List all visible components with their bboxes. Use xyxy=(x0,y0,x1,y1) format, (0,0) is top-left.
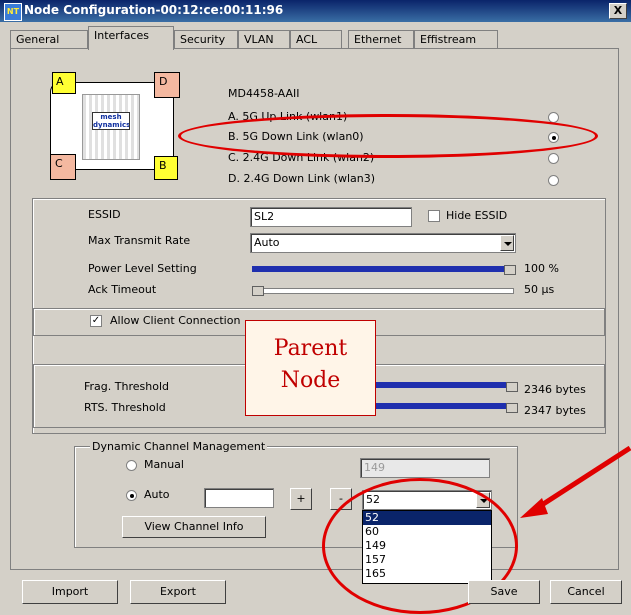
frag-threshold-thumb[interactable] xyxy=(506,382,518,392)
app-icon: NT xyxy=(4,3,22,21)
tab-general[interactable]: General xyxy=(10,30,88,48)
add-channel-button[interactable]: + xyxy=(290,488,312,510)
interface-d-label: D. 2.4G Down Link (wlan3) xyxy=(228,172,376,185)
tab-ethernet[interactable]: Ethernet xyxy=(348,30,414,48)
annotation-line-1: Parent xyxy=(273,336,348,361)
power-level-slider[interactable] xyxy=(252,264,516,275)
cancel-button[interactable]: Cancel xyxy=(550,580,622,604)
ack-timeout-label: Ack Timeout xyxy=(88,283,157,296)
device-model: MD4458-AAII xyxy=(228,87,300,100)
port-d[interactable]: D xyxy=(154,72,180,98)
chevron-down-icon[interactable] xyxy=(500,235,514,251)
power-level-label: Power Level Setting xyxy=(88,262,197,275)
auto-radio[interactable] xyxy=(126,490,137,501)
tab-effistream[interactable]: Effistream xyxy=(414,30,498,48)
rts-threshold-fill xyxy=(376,403,516,409)
port-c[interactable]: C xyxy=(50,154,76,180)
power-level-value: 100 % xyxy=(524,262,559,275)
ack-timeout-thumb[interactable] xyxy=(252,286,264,296)
rts-threshold-slider[interactable] xyxy=(376,401,518,413)
frag-threshold-value: 2346 bytes xyxy=(524,383,586,396)
rts-threshold-value: 2347 bytes xyxy=(524,404,586,417)
title-bar: NT Node Configuration-00:12:ce:00:11:96 … xyxy=(0,0,631,22)
allow-client-checkbox[interactable]: ✓ xyxy=(90,315,102,327)
frag-threshold-fill xyxy=(376,382,516,388)
hide-essid-checkbox[interactable] xyxy=(428,210,440,222)
ack-timeout-track xyxy=(252,288,514,294)
parent-node-annotation: Parent Node xyxy=(245,320,376,416)
window-title: Node Configuration-00:12:ce:00:11:96 xyxy=(24,3,284,17)
tab-vlan[interactable]: VLAN xyxy=(238,30,290,48)
dcm-group-label: Dynamic Channel Management xyxy=(90,440,268,453)
rts-threshold-label: RTS. Threshold xyxy=(84,401,166,414)
tab-interfaces[interactable]: Interfaces xyxy=(88,26,174,50)
highlight-ellipse xyxy=(178,114,598,158)
tab-acl[interactable]: ACL xyxy=(290,30,342,48)
ack-timeout-slider[interactable] xyxy=(252,286,514,296)
auto-channel-input[interactable] xyxy=(204,488,274,508)
device-diagram: mesh dynamics A D C B xyxy=(42,72,182,182)
mesh-dynamics-logo: mesh dynamics xyxy=(92,112,130,130)
manual-channel-input: 149 xyxy=(360,458,490,478)
essid-label: ESSID xyxy=(88,208,121,221)
frag-threshold-slider[interactable] xyxy=(376,380,518,392)
port-d-label: D xyxy=(159,75,168,88)
allow-client-label: Allow Client Connection xyxy=(110,314,241,327)
max-rate-value: Auto xyxy=(254,236,280,249)
essid-input[interactable]: SL2 xyxy=(250,207,412,227)
red-arrow xyxy=(520,446,631,518)
frag-threshold-label: Frag. Threshold xyxy=(84,380,169,393)
port-a[interactable]: A xyxy=(52,72,76,94)
hide-essid-label: Hide ESSID xyxy=(446,209,508,222)
port-a-label: A xyxy=(56,75,64,88)
export-button[interactable]: Export xyxy=(130,580,226,604)
power-level-fill xyxy=(252,266,514,272)
tab-security[interactable]: Security xyxy=(174,30,238,48)
manual-label: Manual xyxy=(144,458,184,471)
close-button[interactable]: X xyxy=(609,3,627,19)
max-rate-label: Max Transmit Rate xyxy=(88,234,191,247)
view-channel-info-button[interactable]: View Channel Info xyxy=(122,516,266,538)
max-rate-select[interactable]: Auto xyxy=(250,233,516,253)
auto-label: Auto xyxy=(144,488,170,501)
annotation-line-2: Node xyxy=(280,368,341,393)
power-level-thumb[interactable] xyxy=(504,265,516,275)
ack-timeout-value: 50 µs xyxy=(524,283,555,296)
port-b-label: B xyxy=(159,159,167,172)
save-button[interactable]: Save xyxy=(468,580,540,604)
interface-d-radio[interactable] xyxy=(548,175,559,186)
import-button[interactable]: Import xyxy=(22,580,118,604)
port-b[interactable]: B xyxy=(154,156,178,180)
interface-c-radio[interactable] xyxy=(548,153,559,164)
port-c-label: C xyxy=(55,157,63,170)
manual-radio[interactable] xyxy=(126,460,137,471)
rts-threshold-thumb[interactable] xyxy=(506,403,518,413)
